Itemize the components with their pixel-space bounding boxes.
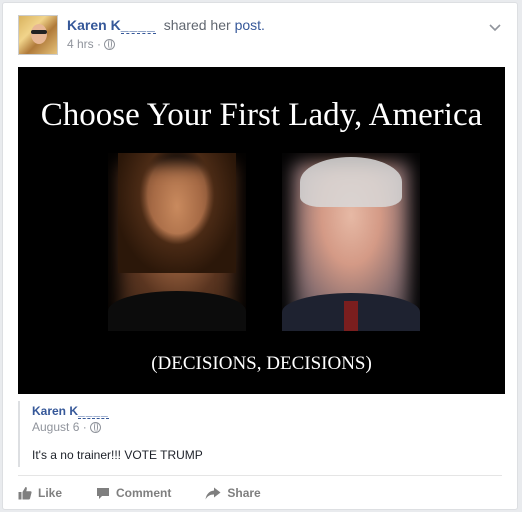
photo-left-dress — [108, 291, 246, 331]
avatar-glasses — [31, 30, 47, 34]
actions-divider — [18, 475, 502, 476]
image-caption: (DECISIONS, DECISIONS) — [151, 353, 372, 374]
author-name[interactable]: Karen K — [67, 17, 121, 33]
shared-post-text: It's a no trainer!!! VOTE TRUMP — [32, 448, 203, 462]
share-arrow-icon — [205, 487, 221, 499]
shared-author-masked[interactable]: ____ — [78, 404, 109, 419]
photo-right — [282, 153, 420, 331]
comment-button[interactable]: Comment — [96, 486, 171, 500]
post-name-line: Karen K____ shared her post. — [67, 17, 265, 34]
comment-icon — [97, 487, 110, 499]
avatar[interactable] — [18, 15, 58, 55]
action-bar: Like Comment Share — [18, 481, 295, 505]
photo-right-tie — [344, 301, 358, 331]
timestamp[interactable]: 4 hrs · — [67, 37, 101, 51]
comment-label: Comment — [116, 486, 172, 500]
image-title: Choose Your First Lady, America — [40, 97, 483, 133]
share-button[interactable]: Share — [205, 486, 261, 500]
avatar-face — [31, 24, 47, 44]
chevron-down-icon[interactable] — [489, 19, 501, 35]
photo-left-hair — [118, 153, 236, 273]
shared-author-name[interactable]: Karen K — [32, 404, 78, 418]
thumbs-up-icon — [18, 487, 32, 500]
author-name-masked[interactable]: ____ — [120, 17, 156, 34]
shared-author[interactable]: Karen K____ — [32, 404, 109, 419]
post-meta: 4 hrs · — [67, 37, 116, 51]
globe-icon[interactable] — [104, 38, 116, 50]
post-card: Karen K____ shared her post. 4 hrs · Cho… — [2, 2, 518, 510]
photo-right-hair — [300, 157, 402, 207]
like-button[interactable]: Like — [18, 486, 62, 500]
post-image[interactable]: Choose Your First Lady, America (DECISIO… — [18, 67, 505, 394]
shared-meta: August 6 · — [32, 420, 101, 434]
like-label: Like — [38, 486, 63, 500]
share-action-text: shared her — [163, 17, 231, 33]
post-header: Karen K____ shared her post. 4 hrs · — [18, 13, 507, 61]
shared-post: Karen K____ August 6 · It's a no trainer… — [18, 401, 505, 467]
post-link[interactable]: post. — [235, 17, 265, 33]
photo-left — [108, 153, 246, 331]
shared-date[interactable]: August 6 · — [32, 420, 87, 434]
globe-icon[interactable] — [89, 421, 101, 433]
share-label: Share — [227, 486, 261, 500]
